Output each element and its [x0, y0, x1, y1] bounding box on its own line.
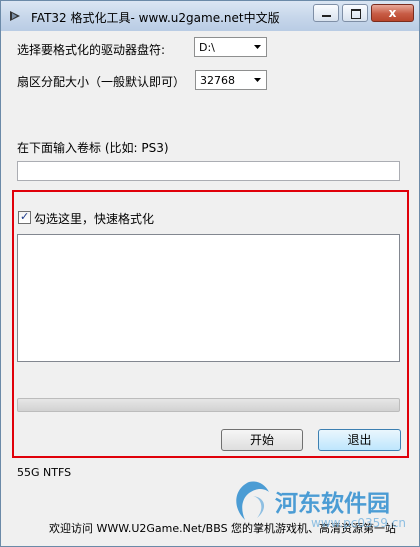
watermark-logo-icon: [236, 481, 269, 520]
start-button[interactable]: 开始: [221, 429, 303, 451]
quick-format-checkbox[interactable]: ✓: [18, 210, 31, 224]
progress-bar: [17, 398, 400, 412]
maximize-button[interactable]: [342, 4, 368, 22]
volume-label-prompt: 在下面输入卷标 (比如: PS3): [17, 141, 169, 155]
close-button[interactable]: x: [371, 4, 414, 22]
quick-format-label: 勾选这里，快速格式化: [34, 212, 155, 226]
window-title: FAT32 格式化工具- www.u2game.net中文版: [31, 11, 280, 25]
exit-button[interactable]: 退出: [318, 429, 401, 451]
watermark-text: 河东软件园: [275, 490, 390, 517]
drive-select-value: D:\: [199, 41, 215, 54]
chevron-down-icon: [254, 78, 261, 82]
minimize-button[interactable]: [313, 4, 339, 22]
app-window: FAT32 格式化工具- www.u2game.net中文版 x 选择要格式化的…: [0, 0, 420, 547]
drive-label: 选择要格式化的驱动器盘符:: [17, 43, 166, 57]
checkmark-icon: ✓: [20, 210, 30, 223]
cluster-size-label: 扇区分配大小（一般默认即可）: [17, 75, 186, 89]
watermark-url: www.pc0359.cn: [311, 516, 406, 530]
maximize-icon: [351, 9, 361, 19]
status-text: 55G NTFS: [17, 466, 72, 479]
cluster-size-select[interactable]: 32768: [195, 70, 267, 90]
volume-label-input[interactable]: [17, 161, 400, 181]
watermark: 河东软件园 www.pc0359.cn: [219, 478, 415, 544]
log-output[interactable]: [17, 234, 400, 362]
chevron-down-icon: [254, 45, 261, 49]
app-icon: [10, 11, 20, 21]
close-icon: x: [388, 6, 397, 20]
title-bar[interactable]: FAT32 格式化工具- www.u2game.net中文版 x: [1, 1, 419, 31]
drive-select[interactable]: D:\: [194, 37, 267, 57]
minimize-icon: [322, 15, 331, 17]
cluster-size-value: 32768: [200, 74, 235, 87]
